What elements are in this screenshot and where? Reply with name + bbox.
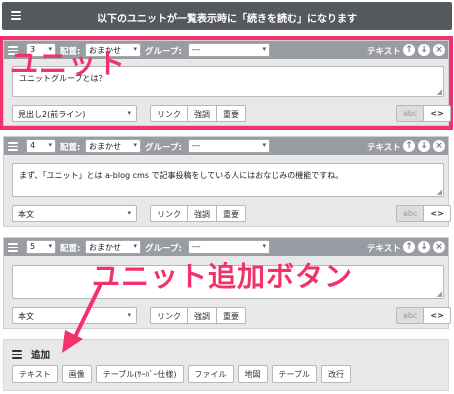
group-select[interactable]: --- ▾ <box>188 43 270 57</box>
move-up-icon[interactable]: ↑ <box>403 241 415 253</box>
group-select[interactable]: --- ▾ <box>188 240 270 254</box>
add-unit-buttons: テキスト 画像 テーブル(ｻｰﾊﾞｰ仕様) ファイル 地図 テーブル 改行 <box>12 365 352 383</box>
plain-text-button[interactable]: abc <box>396 307 425 324</box>
add-text-button[interactable]: テキスト <box>12 365 58 383</box>
group-select[interactable]: --- ▾ <box>188 139 270 153</box>
move-up-icon[interactable]: ↑ <box>403 140 415 152</box>
add-button-annotation: ユニット追加ボタン <box>92 260 354 293</box>
format-button-group: リンク 強調 重要 <box>150 205 246 222</box>
unit-order-select[interactable]: 5 ▾ <box>26 240 56 254</box>
unit-header: 4 ▾ 配置: おまかせ ▾ グループ: --- ▾ テキスト ↑ ↓ × <box>4 137 448 155</box>
mode-button-group: abc <> <box>396 307 451 324</box>
add-unit-label: 追加 <box>31 350 51 361</box>
mode-button-group: abc <> <box>396 205 451 222</box>
link-button[interactable]: リンク <box>150 105 188 122</box>
move-down-icon[interactable]: ↓ <box>418 140 430 152</box>
add-table-button[interactable]: テーブル <box>271 365 318 383</box>
code-button[interactable]: <> <box>423 205 451 222</box>
unit-textarea[interactable]: まず、「ユニット」とは a-blog cms で記事投稿をしている人にはおなじみ… <box>12 163 444 197</box>
placement-label: 配置: <box>60 143 81 153</box>
mode-button-group: abc <> <box>396 105 451 122</box>
plain-text-button[interactable]: abc <box>396 105 425 122</box>
unit-type-label: テキスト <box>367 47 401 57</box>
remove-icon[interactable]: × <box>433 44 445 56</box>
link-button[interactable]: リンク <box>150 307 188 324</box>
bold-button[interactable]: 強調 <box>187 105 217 122</box>
important-button[interactable]: 重要 <box>216 105 246 122</box>
unit-type-label: テキスト <box>367 143 401 153</box>
top-bar-title: 以下のユニットが一覧表示時に「続きを読む」になります <box>97 14 357 25</box>
add-table-server-button[interactable]: テーブル(ｻｰﾊﾞｰ仕様) <box>95 365 184 383</box>
placement-select[interactable]: おまかせ ▾ <box>85 240 141 254</box>
group-label: グループ: <box>145 143 182 153</box>
text-style-select[interactable]: 見出し2(前ライン) ▾ <box>12 105 137 122</box>
bold-button[interactable]: 強調 <box>187 205 217 222</box>
text-style-select[interactable]: 本文 ▾ <box>12 205 137 222</box>
remove-icon[interactable]: × <box>433 140 445 152</box>
unit-order-select[interactable]: 4 ▾ <box>26 139 56 153</box>
unit-editor: 4 ▾ 配置: おまかせ ▾ グループ: --- ▾ テキスト ↑ ↓ × まず、「ユ… <box>3 136 451 227</box>
plain-text-button[interactable]: abc <box>396 205 425 222</box>
top-bar: 以下のユニットが一覧表示時に「続きを読む」になります <box>2 2 452 30</box>
bold-button[interactable]: 強調 <box>187 307 217 324</box>
unit-type-label: テキスト <box>367 244 401 254</box>
remove-icon[interactable]: × <box>433 241 445 253</box>
annotation-arrow-icon <box>62 284 102 353</box>
add-map-button[interactable]: 地図 <box>237 365 268 383</box>
placement-select[interactable]: おまかせ ▾ <box>85 139 141 153</box>
format-button-group: リンク 強調 重要 <box>150 307 246 324</box>
add-break-button[interactable]: 改行 <box>321 365 352 383</box>
move-down-icon[interactable]: ↓ <box>418 44 430 56</box>
move-up-icon[interactable]: ↑ <box>403 44 415 56</box>
drag-handle-icon[interactable] <box>8 142 18 151</box>
unit-header: 5 ▾ 配置: おまかせ ▾ グループ: --- ▾ テキスト ↑ ↓ × <box>4 238 448 256</box>
add-file-button[interactable]: ファイル <box>187 365 234 383</box>
format-button-group: リンク 強調 重要 <box>150 105 246 122</box>
move-down-icon[interactable]: ↓ <box>418 241 430 253</box>
drag-handle-icon[interactable] <box>8 243 18 252</box>
link-button[interactable]: リンク <box>150 205 188 222</box>
code-button[interactable]: <> <box>423 307 451 324</box>
add-image-button[interactable]: 画像 <box>61 365 92 383</box>
menu-icon <box>12 350 22 359</box>
placement-label: 配置: <box>60 244 81 254</box>
important-button[interactable]: 重要 <box>216 307 246 324</box>
group-label: グループ: <box>145 244 182 254</box>
unit-annotation: ユニット <box>10 47 127 80</box>
code-button[interactable]: <> <box>423 105 451 122</box>
group-label: グループ: <box>145 47 182 57</box>
important-button[interactable]: 重要 <box>216 205 246 222</box>
